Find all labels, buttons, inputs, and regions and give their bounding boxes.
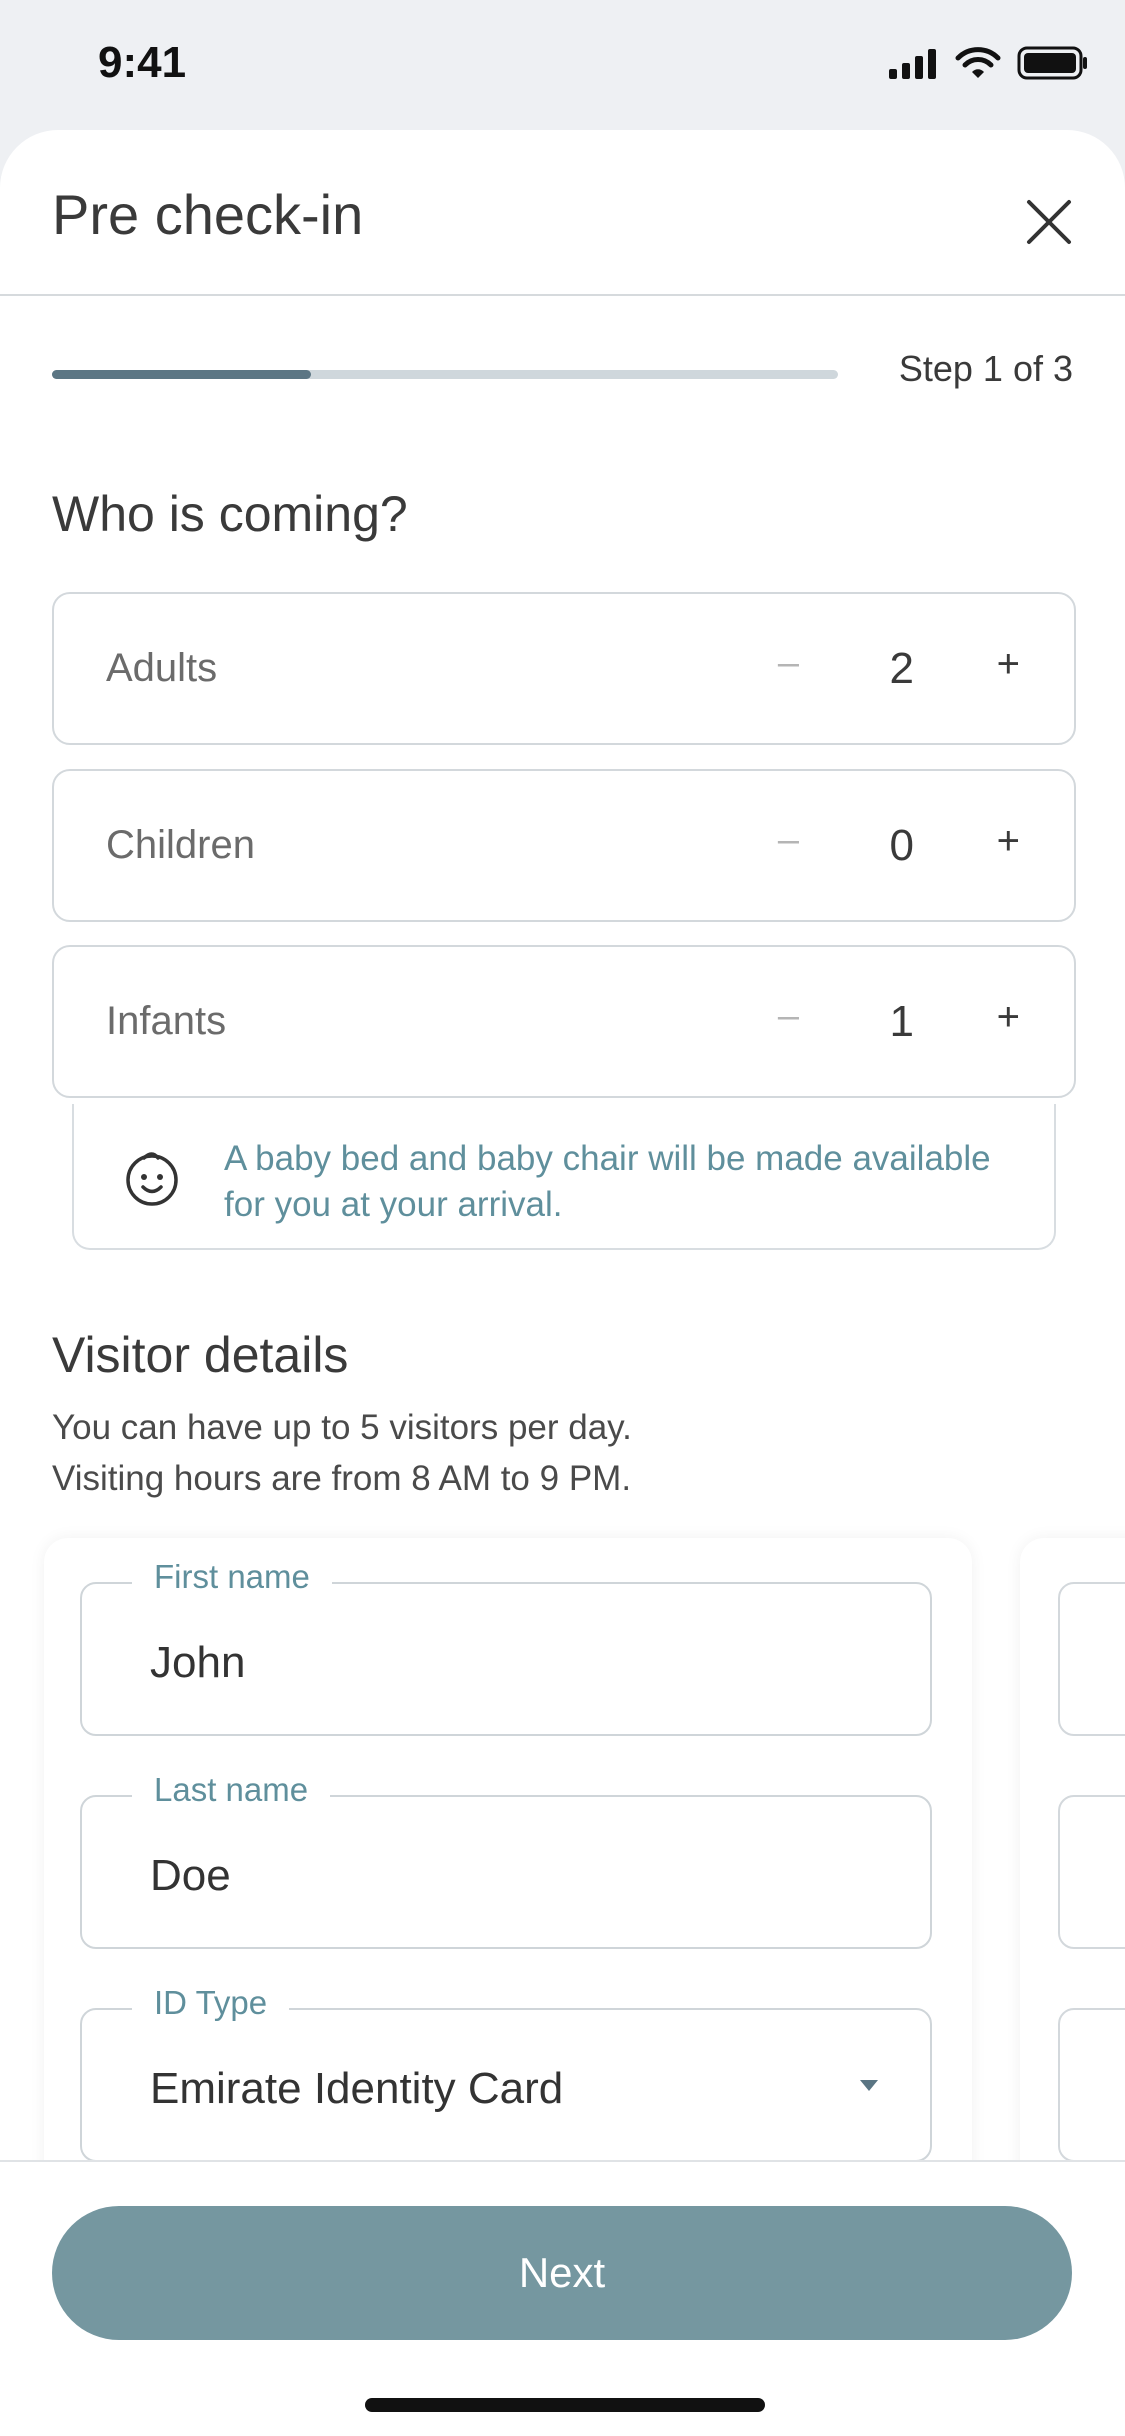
counter-label: Children <box>106 823 255 867</box>
infant-note: A baby bed and baby chair will be made a… <box>224 1139 991 1224</box>
counter-value: 2 <box>889 644 914 693</box>
visitor-details-title: Visitor details <box>52 1327 349 1383</box>
field-label: Last name <box>132 1771 331 1809</box>
home-indicator <box>365 2398 765 2412</box>
adults-counter: Adults – 2 + <box>52 592 1076 745</box>
next-card-field <box>1058 1582 1125 1736</box>
close-icon[interactable] <box>1019 192 1079 252</box>
field-value: John <box>150 1638 246 1687</box>
decrement-button[interactable]: – <box>778 995 799 1038</box>
counter-value: 0 <box>889 821 914 870</box>
status-bar: 9:41 <box>0 0 1125 130</box>
footer-bar: Next <box>0 2160 1125 2436</box>
field-label: ID Type <box>132 1984 290 2022</box>
status-icons <box>889 46 1089 80</box>
counter-label: Adults <box>106 646 218 690</box>
counter-value: 1 <box>889 997 914 1046</box>
dropdown-arrow-icon <box>860 2080 878 2091</box>
baby-face-icon <box>126 1152 178 1206</box>
infant-info-box: A baby bed and baby chair will be made a… <box>72 1104 1056 1250</box>
counter-label: Infants <box>106 999 227 1043</box>
status-time: 9:41 <box>98 38 187 87</box>
decrement-button[interactable]: – <box>778 642 799 685</box>
sheet-header: Pre check-in <box>0 130 1125 296</box>
step-indicator: Step 1 of 3 <box>898 348 1073 389</box>
field-label: First name <box>132 1558 332 1596</box>
next-card-field <box>1058 1795 1125 1949</box>
who-is-coming-title: Who is coming? <box>52 486 408 542</box>
wifi-icon <box>955 47 1001 78</box>
increment-button[interactable]: + <box>997 642 1020 687</box>
next-button[interactable]: Next <box>52 2206 1072 2340</box>
increment-button[interactable]: + <box>997 819 1020 864</box>
progress-fill <box>52 370 312 379</box>
visiting-hours-text: Visiting hours are from 8 AM to 9 PM. <box>52 1459 632 1498</box>
last-name-field[interactable]: Last name Doe <box>80 1771 932 1949</box>
field-value: Emirate Identity Card <box>150 2064 564 2113</box>
increment-button[interactable]: + <box>997 995 1020 1040</box>
battery-icon <box>1017 46 1087 80</box>
decrement-button[interactable]: – <box>778 819 799 862</box>
progress-bar <box>52 370 838 379</box>
visitor-limit-text: You can have up to 5 visitors per day. <box>52 1408 632 1447</box>
id-type-select[interactable]: ID Type Emirate Identity Card <box>80 1984 932 2162</box>
visitor-subtitle: You can have up to 5 visitors per day. V… <box>52 1402 632 1504</box>
signal-icon <box>889 49 936 79</box>
infants-counter: Infants – 1 + <box>52 945 1076 1098</box>
page-title: Pre check-in <box>52 183 364 246</box>
children-counter: Children – 0 + <box>52 769 1076 922</box>
pre-checkin-sheet: Pre check-in Step 1 of 3 Who is coming? … <box>0 130 1125 2436</box>
first-name-field[interactable]: First name John <box>80 1558 932 1736</box>
field-value: Doe <box>150 1851 231 1900</box>
next-card-field <box>1058 2008 1125 2162</box>
